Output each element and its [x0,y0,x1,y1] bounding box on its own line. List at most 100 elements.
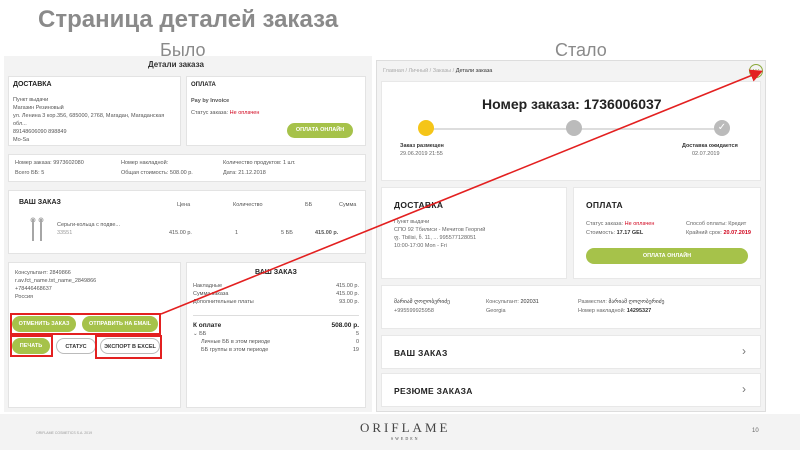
col-bb: ББ [305,202,313,208]
page-number: 10 [752,428,759,434]
breadcrumb-item[interactable]: Главная [383,68,404,74]
waybill-line: Номер накладной: 14295327 [578,307,651,315]
footer-note: ORIFLAME COSMETICS S.A. 2019 [36,431,93,435]
method-value: Кредит [728,221,747,227]
order-date: Дата: 21.12.2018 [223,170,266,176]
product-count: Количество продуктов: 1 шт. [223,160,296,166]
summary-row-value: 415.00 р. [336,283,359,289]
after-delivery-card: ДОСТАВКА Пункт выдачи СПО 92 Тбилиси - М… [381,187,567,279]
breadcrumb-item[interactable]: Заказы [433,68,451,74]
bb-value: 5 [355,331,359,337]
waybill: Номер накладной: [121,160,169,166]
contact-phone: +995599925958 [394,308,434,314]
bb-sub-value: 19 [352,347,359,353]
consultant-label: Консультант: [486,299,519,305]
col-qty: Количество [233,202,263,208]
before-payment-method: Pay by Invoice [191,98,230,104]
summary-row: Накладные 415.00 р. [193,282,359,290]
cost-label: Стоимость: [586,230,616,236]
shipping-icon [566,120,582,136]
step-date: 29.06.2019 21:55 [400,151,443,157]
bb-sub-row: ББ группы в этом периоде 19 [193,346,359,354]
before-payment-card: ОПЛАТА Pay by Invoice Статус заказа: Не … [186,76,366,146]
accordion-title: ВАШ ЗАКАЗ [394,348,448,358]
placed-label: Разместил: [578,299,607,305]
bb-label: ⌄ ББ [193,331,207,337]
summary-row-value: 93.00 р. [339,299,359,305]
before-screenshot: Детали заказа ДОСТАВКА Пункт выдачи Мага… [4,56,372,412]
check-icon: ✓ [714,120,730,136]
step-date: 02.07.2019 [692,151,720,157]
consultant-line: Консультант: 2849866 [15,270,71,276]
status-button[interactable]: СТАТУС [56,338,96,354]
waybill-label: Номер накладной: [578,308,626,314]
before-order-table: ВАШ ЗАКАЗ Цена Количество ББ Сумма Серьг… [8,190,366,254]
delivery-line: СПО 92 Тбилиси - Мечитов Георгий [394,227,486,233]
item-sum: 415.00 р. [315,230,339,236]
order-placed-icon [418,120,434,136]
contact-name: მარიამ ღოღობერიძე [394,299,450,305]
consultant-line: r.av.fct_name.txt_name_2849866 [15,278,97,284]
status-value: Не оплачен [624,221,655,227]
consultant-line: Консультант: 202031 [486,298,539,306]
bb-sub-value: 0 [355,339,359,345]
bb-sub-label: ББ группы в этом периоде [201,347,269,353]
before-delivery-line: Пункт выдачи [13,97,49,103]
col-sum: Сумма [339,202,357,208]
accordion-your-order[interactable]: ВАШ ЗАКАЗ › [381,335,761,369]
summary-row-value: 415.00 р. [336,291,359,297]
to-pay-label: К оплате [193,322,222,329]
bb-sub-label: Личные ББ в этом периоде [201,339,271,345]
consultant-value: 202031 [520,299,539,305]
after-payment-card: ОПЛАТА Статус заказа: Не оплачен Стоимос… [573,187,761,279]
contacts-card: მარიამ ღოღობერიძე +995599925958 Консульт… [381,285,761,329]
breadcrumb[interactable]: Главная / Личный / Заказы / Детали заказ… [383,67,492,75]
before-summary-card: ВАШ ЗАКАЗ Накладные 415.00 р. Сумма заказ… [186,262,366,408]
country: Georgia [486,308,506,314]
before-header: Детали заказа [148,60,204,69]
item-bb: 5 ББ [281,230,293,236]
summary-row: Дополнительные платы 93.00 р. [193,298,359,306]
after-screenshot: Главная / Личный / Заказы / Детали заказ… [376,60,766,412]
highlight-box-export [95,335,162,359]
after-pay-online-button[interactable]: ОПЛАТА ОНЛАЙН [586,248,748,264]
payment-title: ОПЛАТА [586,200,623,210]
before-order-info: Номер заказа: 9973602080 Всего ББ: 5 Ном… [8,154,366,182]
bb-total: Всего ББ: 5 [15,170,45,176]
bb-row[interactable]: ⌄ ББ 5 [193,330,359,338]
status-label: Статус заказа: [586,221,624,227]
deadline-value: 20.07.2019 [723,230,751,236]
delivery-line: 10:00-17:00 Mon - Fri [394,243,447,249]
breadcrumb-item[interactable]: Личный [409,68,429,74]
delivery-line: ფ. Tbilisi, ჩ. 11, ... 995577128051 [394,235,477,241]
summary-row-label: Накладные [193,283,223,289]
status-line: Статус заказа: Не оплачен [586,220,654,228]
delivery-line: Пункт выдачи [394,219,430,225]
summary-row: Сумма заказа 415.00 р. [193,290,359,298]
consultant-line: +78446468637 [15,286,52,292]
before-pay-online-button[interactable]: ОПЛАТА ОНЛАЙН [287,123,353,138]
total-cost: Общая стоимость: 508.00 р. [121,170,193,176]
step-label: Заказ размещен [400,143,444,149]
highlight-box-actions [10,313,161,335]
before-delivery-line: ул. Ленина 3 кор.356, 685000, 2768, Мага… [13,113,165,127]
chevron-right-icon[interactable]: › [742,382,746,396]
slide-title: Страница деталей заказа [38,6,339,33]
order-title: Номер заказа: 1736006037 [482,96,662,112]
before-delivery-card: ДОСТАВКА Пункт выдачи Магазин Резиновый … [8,76,181,146]
method-label: Способ оплаты: [686,221,727,227]
before-delivery-line: Магазин Резиновый [13,105,64,111]
before-payment-status: Статус заказа: Не оплачен [191,109,361,117]
chevron-right-icon[interactable]: › [742,344,746,358]
item-name[interactable]: Серьги-кольца с подве... [57,221,120,229]
placed-line: Разместил: მარიამ ღოღობერიძე [578,298,664,306]
ellipsis-icon[interactable]: ··· [749,64,763,78]
accordion-order-summary[interactable]: РЕЗЮМЕ ЗАКАЗА › [381,373,761,407]
item-qty: 1 [235,230,239,236]
status-label: Статус заказа: [191,110,229,116]
accordion-title: РЕЗЮМЕ ЗАКАЗА [394,386,473,396]
cost-line: Стоимость: 17.17 GEL [586,229,643,237]
breadcrumb-current: Детали заказа [455,68,493,74]
summary-row-label: Дополнительные платы [193,299,254,305]
before-delivery-line: Mo-Sa [13,137,30,143]
